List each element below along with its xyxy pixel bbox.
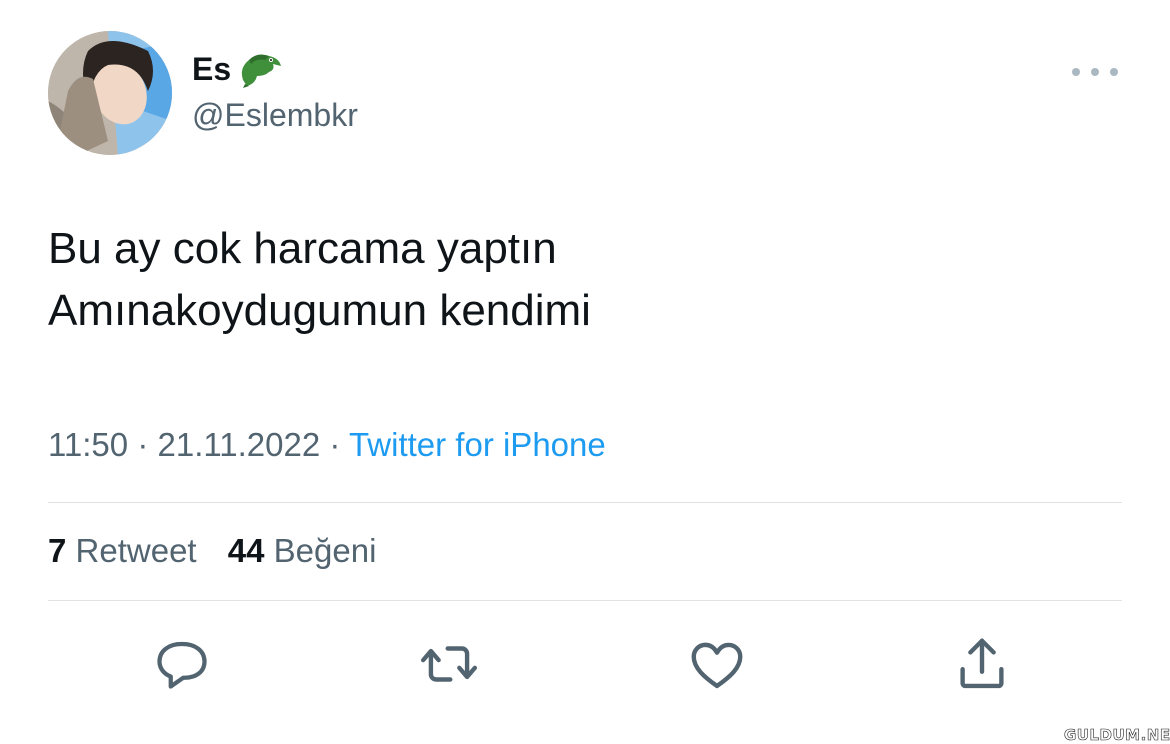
author-name-row[interactable]: Es	[192, 50, 283, 88]
like-icon	[691, 642, 743, 689]
dot	[1072, 68, 1080, 76]
profile-photo	[48, 31, 172, 155]
reply-button[interactable]	[150, 632, 214, 696]
retweet-button[interactable]	[417, 632, 481, 696]
likes-count: 44	[227, 532, 265, 569]
meta-separator: ·	[329, 426, 341, 463]
divider	[48, 502, 1122, 503]
tweet-line: Bu ay cok harcama yaptın	[48, 224, 557, 273]
tweet-text: Bu ay cok harcama yaptın Amınakoydugumun…	[48, 218, 591, 342]
tweet-stats: 7 Retweet 44 Beğeni	[48, 532, 398, 570]
likes-label: Beğeni	[273, 532, 377, 569]
retweets-label: Retweet	[75, 532, 197, 569]
like-button[interactable]	[685, 632, 749, 696]
avatar[interactable]	[48, 31, 172, 155]
share-icon	[960, 638, 1004, 689]
reply-icon	[157, 641, 207, 689]
meta-separator: ·	[137, 426, 149, 463]
display-name[interactable]: Es	[192, 51, 231, 88]
tweet-source-link[interactable]: Twitter for iPhone	[349, 426, 606, 463]
crocodile-icon	[235, 50, 283, 88]
retweets-stat[interactable]: 7 Retweet	[48, 532, 197, 569]
more-options-icon[interactable]	[1072, 60, 1118, 84]
likes-stat[interactable]: 44 Beğeni	[228, 532, 377, 569]
tweet-meta: 11:50 · 21.11.2022 · Twitter for iPhone	[48, 426, 606, 464]
retweets-count: 7	[48, 532, 67, 569]
tweet-date[interactable]: 21.11.2022	[157, 426, 320, 463]
watermark: GULDUM.NET	[1064, 726, 1170, 744]
dot	[1091, 68, 1099, 76]
author-handle[interactable]: @Eslembkr	[192, 97, 358, 134]
divider	[48, 600, 1122, 601]
share-button[interactable]	[950, 632, 1014, 696]
tweet-time[interactable]: 11:50	[48, 426, 128, 463]
tweet-line: Amınakoydugumun kendimi	[48, 286, 591, 335]
retweet-icon	[420, 646, 478, 682]
dot	[1110, 68, 1118, 76]
